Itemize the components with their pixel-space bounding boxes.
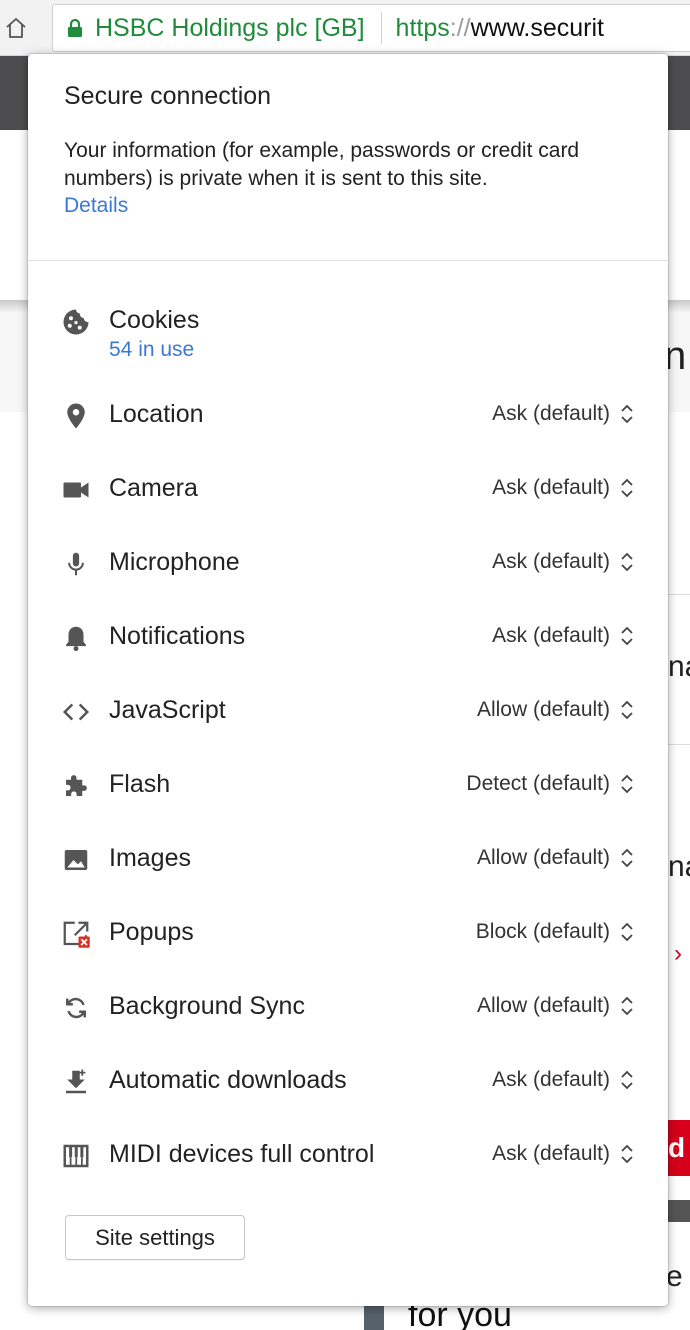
select-arrows-icon <box>620 403 634 425</box>
select-arrows-icon <box>620 847 634 869</box>
permission-select[interactable]: Ask (default) <box>492 402 634 426</box>
permission-value[interactable]: Ask (default) <box>492 1142 610 1166</box>
code-icon <box>60 696 92 728</box>
page-divider <box>668 744 690 745</box>
page-text-fragment: na <box>668 650 690 683</box>
permission-value[interactable]: Block (default) <box>476 920 610 944</box>
permission-label: Automatic downloads <box>109 1066 347 1094</box>
security-section: Secure connection Your information (for … <box>28 54 668 261</box>
permission-value[interactable]: Ask (default) <box>492 1068 610 1092</box>
url-separator: :// <box>449 13 471 42</box>
page-text-fragment: na <box>668 850 690 883</box>
permission-label: Camera <box>109 474 198 502</box>
permission-value[interactable]: Allow (default) <box>477 846 610 870</box>
piano-keys-icon <box>60 1140 92 1172</box>
permission-label: Microphone <box>109 548 240 576</box>
page-image-strip <box>668 1200 690 1222</box>
location-pin-icon <box>60 400 92 432</box>
page-red-chevron[interactable]: › <box>674 940 682 968</box>
permission-select[interactable]: Ask (default) <box>492 550 634 574</box>
select-arrows-icon <box>620 995 634 1017</box>
permission-row-images: Images Allow (default) <box>28 832 668 888</box>
security-title: Secure connection <box>64 82 272 110</box>
permission-value[interactable]: Allow (default) <box>477 698 610 722</box>
permission-select[interactable]: Allow (default) <box>477 994 634 1018</box>
permission-select[interactable]: Ask (default) <box>492 1068 634 1092</box>
site-settings-button[interactable]: Site settings <box>65 1215 245 1260</box>
image-icon <box>60 844 92 876</box>
cookies-row: Cookies 54 in use <box>28 304 668 364</box>
permission-select[interactable]: Allow (default) <box>477 698 634 722</box>
permission-select[interactable]: Block (default) <box>476 920 634 944</box>
permission-value[interactable]: Ask (default) <box>492 550 610 574</box>
select-arrows-icon <box>620 1069 634 1091</box>
cookies-in-use-link[interactable]: 54 in use <box>109 338 194 362</box>
url-host: www.securit <box>470 13 604 42</box>
permission-row-camera: Camera Ask (default) <box>28 462 668 518</box>
section-divider <box>28 260 668 261</box>
permission-label: Flash <box>109 770 171 798</box>
permission-value[interactable]: Detect (default) <box>466 772 610 796</box>
sync-icon <box>60 992 92 1024</box>
permission-select[interactable]: Ask (default) <box>492 624 634 648</box>
url-divider <box>380 12 382 44</box>
permission-label: Notifications <box>109 622 246 650</box>
page-divider <box>668 594 690 595</box>
permission-label: Images <box>109 844 191 872</box>
permission-label: MIDI devices full control <box>109 1140 375 1168</box>
permission-value[interactable]: Allow (default) <box>477 994 610 1018</box>
permission-row-background-sync: Background Sync Allow (default) <box>28 980 668 1036</box>
select-arrows-icon <box>620 551 634 573</box>
cookie-icon <box>60 306 92 338</box>
permission-row-notifications: Notifications Ask (default) <box>28 610 668 666</box>
ev-certificate-name[interactable]: HSBC Holdings plc [GB] <box>95 14 365 43</box>
permission-select[interactable]: Ask (default) <box>492 476 634 500</box>
details-link[interactable]: Details <box>64 194 128 218</box>
permission-select[interactable]: Ask (default) <box>492 1142 634 1166</box>
permission-row-javascript: JavaScript Allow (default) <box>28 684 668 740</box>
url-scheme: https <box>395 13 450 42</box>
address-bar[interactable]: HSBC Holdings plc [GB] https://www.secur… <box>52 4 690 52</box>
select-arrows-icon <box>620 625 634 647</box>
security-description: Your information (for example, passwords… <box>64 139 580 190</box>
select-arrows-icon <box>620 921 634 943</box>
select-arrows-icon <box>620 477 634 499</box>
permission-value[interactable]: Ask (default) <box>492 402 610 426</box>
permission-row-midi: MIDI devices full control Ask (default) <box>28 1128 668 1184</box>
permission-row-flash: Flash Detect (default) <box>28 758 668 814</box>
permission-row-microphone: Microphone Ask (default) <box>28 536 668 592</box>
lock-icon[interactable] <box>67 18 83 38</box>
permission-select[interactable]: Allow (default) <box>477 846 634 870</box>
permission-value[interactable]: Ask (default) <box>492 624 610 648</box>
microphone-icon <box>60 548 92 580</box>
permission-label: Popups <box>109 918 194 946</box>
cookies-label: Cookies <box>109 306 200 334</box>
bell-icon <box>60 622 92 654</box>
puzzle-icon <box>60 770 92 802</box>
permission-row-popups: Popups Block (default) <box>28 906 668 962</box>
permission-label: Background Sync <box>109 992 305 1020</box>
page-info-popup: Secure connection Your information (for … <box>28 54 668 1306</box>
permission-label: Location <box>109 400 204 428</box>
select-arrows-icon <box>620 773 634 795</box>
permission-row-location: Location Ask (default) <box>28 388 668 444</box>
select-arrows-icon <box>620 1143 634 1165</box>
home-icon <box>6 18 26 38</box>
download-icon <box>60 1066 92 1098</box>
page-image <box>364 1306 384 1330</box>
popup-blocked-icon <box>60 918 92 950</box>
permission-label: JavaScript <box>109 696 226 724</box>
page-text-fragment: e <box>666 1260 683 1293</box>
permission-value[interactable]: Ask (default) <box>492 476 610 500</box>
browser-toolbar: HSBC Holdings plc [GB] https://www.secur… <box>0 0 690 56</box>
permission-row-automatic-downloads: Automatic downloads Ask (default) <box>28 1054 668 1110</box>
home-button[interactable] <box>0 10 32 46</box>
select-arrows-icon <box>620 699 634 721</box>
permission-select[interactable]: Detect (default) <box>466 772 634 796</box>
camera-icon <box>60 474 92 506</box>
